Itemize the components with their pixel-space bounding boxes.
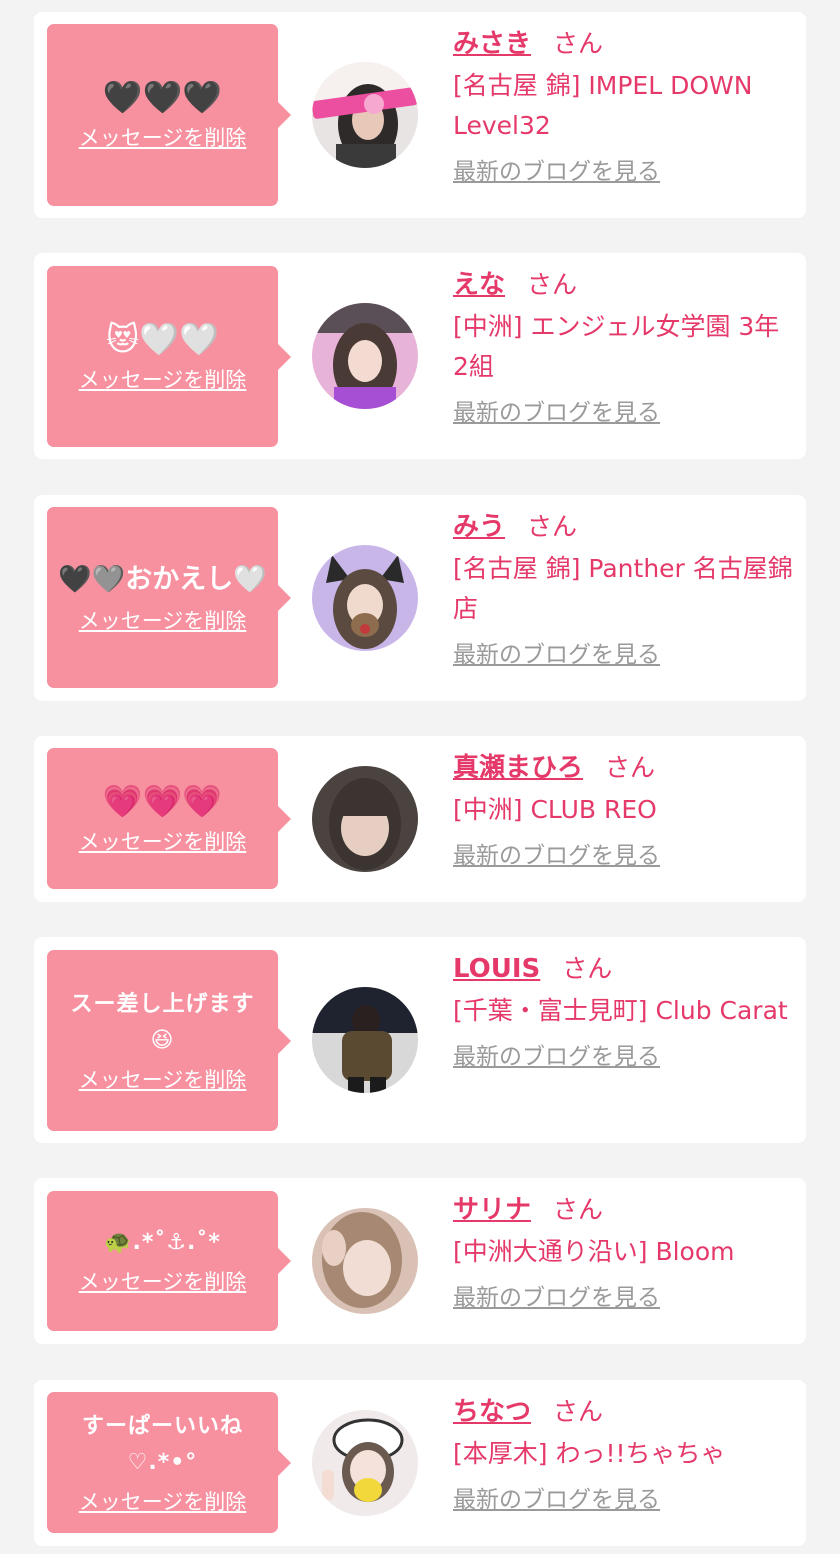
message-bubble: 💗💗💗 メッセージを削除 <box>47 748 291 889</box>
cast-info: 真瀬まひろ さん [中洲] CLUB REO 最新のブログを見る <box>453 748 793 876</box>
list-item: 💗💗💗 メッセージを削除 真瀬まひろ さん [中洲] CLUB REO 最新のブロ… <box>34 736 806 902</box>
message-text: 🖤🩶おかえし🤍 <box>58 563 267 595</box>
list-item: 🖤🩶おかえし🤍 メッセージを削除 みう さん [名古屋 錦] Panther 名古… <box>34 495 806 701</box>
cast-name-link[interactable]: えな <box>453 270 505 300</box>
avatar[interactable] <box>312 303 418 409</box>
cast-name-link[interactable]: みう <box>453 512 505 542</box>
honorific: さん <box>562 954 613 983</box>
avatar[interactable] <box>312 545 418 651</box>
delete-message-link[interactable]: メッセージを削除 <box>79 1267 247 1297</box>
cast-name-link[interactable]: サリナ <box>453 1195 531 1225</box>
cast-name-link[interactable]: LOUIS <box>453 954 540 984</box>
shop-name: [千葉・富士見町] Club Carat <box>453 996 788 1025</box>
cast-info: ちなつ さん [本厚木] わっ!!ちゃちゃ 最新のブログを見る <box>453 1392 793 1520</box>
message-text: 💗💗💗 <box>102 781 223 820</box>
message-bubble: すーぱーいいね ♡.*•° メッセージを削除 <box>47 1392 291 1533</box>
message-text: スー差し上げます 😆 <box>70 991 255 1053</box>
latest-blog-link[interactable]: 最新のブログを見る <box>453 635 660 675</box>
latest-blog-link[interactable]: 最新のブログを見る <box>453 836 660 876</box>
shop-name: [名古屋 錦] IMPEL DOWN Level32 <box>453 71 753 140</box>
delete-message-link[interactable]: メッセージを削除 <box>79 1487 247 1517</box>
avatar-image <box>312 303 418 409</box>
list-item: スー差し上げます 😆 メッセージを削除 LOUIS さん [千葉・富士見町] Cl… <box>34 937 806 1143</box>
avatar-image <box>312 1208 418 1314</box>
avatar[interactable] <box>312 1410 418 1516</box>
delete-message-link[interactable]: メッセージを削除 <box>79 1065 247 1095</box>
shop-name: [中洲] エンジェル女学園 3年2組 <box>453 312 780 381</box>
cast-name-link[interactable]: ちなつ <box>453 1397 531 1427</box>
avatar[interactable] <box>312 987 418 1093</box>
latest-blog-link[interactable]: 最新のブログを見る <box>453 1480 660 1520</box>
list-item: 🖤🖤🖤 メッセージを削除 みさき さん [名古屋 錦] IMPEL DOWN Le… <box>34 12 806 218</box>
avatar-image <box>312 62 418 168</box>
honorific: さん <box>553 1195 604 1224</box>
avatar-image <box>312 987 418 1093</box>
avatar-image <box>312 766 418 872</box>
shop-name: [本厚木] わっ!!ちゃちゃ <box>453 1439 726 1468</box>
shop-name: [中洲] CLUB REO <box>453 795 657 824</box>
cast-info: サリナ さん [中洲大通り沿い] Bloom 最新のブログを見る <box>453 1190 793 1318</box>
list-item: 🐢.*˚⚓︎.˚* メッセージを削除 サリナ さん [中洲大通り沿い] Bloom… <box>34 1178 806 1344</box>
message-text: 🐢.*˚⚓︎.˚* <box>104 1230 221 1255</box>
message-bubble: 😻🤍🤍 メッセージを削除 <box>47 266 291 447</box>
avatar[interactable] <box>312 1208 418 1314</box>
latest-blog-link[interactable]: 最新のブログを見る <box>453 393 660 433</box>
honorific: さん <box>553 1397 604 1426</box>
avatar-image <box>312 545 418 651</box>
delete-message-link[interactable]: メッセージを削除 <box>79 606 247 636</box>
message-bubble: スー差し上げます 😆 メッセージを削除 <box>47 950 291 1131</box>
avatar[interactable] <box>312 62 418 168</box>
message-text: 🖤🖤🖤 <box>102 78 223 116</box>
message-bubble: 🖤🖤🖤 メッセージを削除 <box>47 24 291 206</box>
message-text: 😻🤍🤍 <box>105 319 220 358</box>
cast-name-link[interactable]: みさき <box>453 29 531 59</box>
cast-name-link[interactable]: 真瀬まひろ <box>453 753 583 783</box>
delete-message-link[interactable]: メッセージを削除 <box>79 123 247 153</box>
message-bubble: 🖤🩶おかえし🤍 メッセージを削除 <box>47 507 291 688</box>
list-item: 😻🤍🤍 メッセージを削除 えな さん [中洲] エンジェル女学園 3年2組 最新の… <box>34 253 806 459</box>
honorific: さん <box>527 512 578 541</box>
avatar-image <box>312 1410 418 1516</box>
honorific: さん <box>553 29 604 58</box>
delete-message-link[interactable]: メッセージを削除 <box>79 365 247 395</box>
latest-blog-link[interactable]: 最新のブログを見る <box>453 1278 660 1318</box>
avatar[interactable] <box>312 766 418 872</box>
cast-info: みさき さん [名古屋 錦] IMPEL DOWN Level32 最新のブログを… <box>453 24 793 192</box>
honorific: さん <box>605 753 656 782</box>
thanks-message-list: 🖤🖤🖤 メッセージを削除 みさき さん [名古屋 錦] IMPEL DOWN Le… <box>0 0 840 1554</box>
delete-message-link[interactable]: メッセージを削除 <box>79 827 247 857</box>
cast-info: みう さん [名古屋 錦] Panther 名古屋錦店 最新のブログを見る <box>453 507 793 675</box>
message-text: すーぱーいいね ♡.*•° <box>81 1413 243 1475</box>
message-bubble: 🐢.*˚⚓︎.˚* メッセージを削除 <box>47 1191 291 1331</box>
latest-blog-link[interactable]: 最新のブログを見る <box>453 1037 660 1077</box>
list-item: すーぱーいいね ♡.*•° メッセージを削除 ちなつ さん [本厚木] わっ!!ち… <box>34 1380 806 1546</box>
shop-name: [名古屋 錦] Panther 名古屋錦店 <box>453 554 793 623</box>
cast-info: LOUIS さん [千葉・富士見町] Club Carat 最新のブログを見る <box>453 949 793 1077</box>
shop-name: [中洲大通り沿い] Bloom <box>453 1237 735 1266</box>
honorific: さん <box>527 270 578 299</box>
cast-info: えな さん [中洲] エンジェル女学園 3年2組 最新のブログを見る <box>453 265 793 433</box>
latest-blog-link[interactable]: 最新のブログを見る <box>453 152 660 192</box>
